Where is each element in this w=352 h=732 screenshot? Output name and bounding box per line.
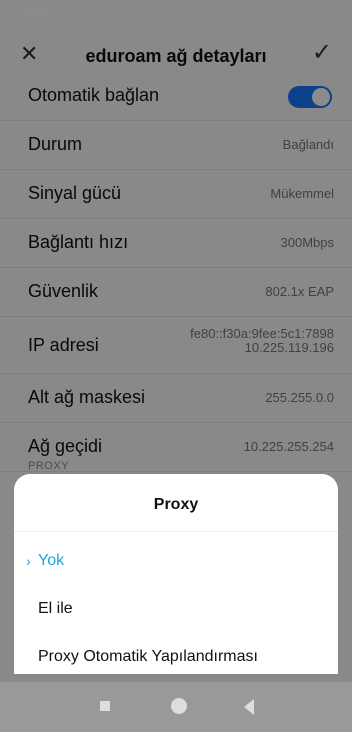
option-label: Yok [38, 552, 65, 569]
recents-icon[interactable] [100, 701, 110, 711]
option-label: Proxy Otomatik Yapılandırması [38, 648, 258, 665]
proxy-option-manual[interactable]: El ile [14, 586, 338, 634]
sheet-divider [14, 531, 338, 532]
screen: 16:00 ✕ eduroam ağ detayları ✓ Otomatik … [0, 0, 352, 732]
back-icon[interactable] [244, 699, 254, 715]
navigation-bar [0, 682, 352, 732]
proxy-bottom-sheet: Proxy › Yok El ile Proxy Otomatik Yapıla… [14, 474, 338, 674]
home-icon[interactable] [171, 698, 187, 714]
proxy-option-none[interactable]: › Yok [14, 538, 338, 586]
option-label: El ile [38, 600, 73, 617]
chevron-right-icon: › [26, 553, 31, 569]
sheet-title: Proxy [153, 496, 199, 513]
proxy-option-auto-config[interactable]: Proxy Otomatik Yapılandırması [14, 634, 338, 682]
